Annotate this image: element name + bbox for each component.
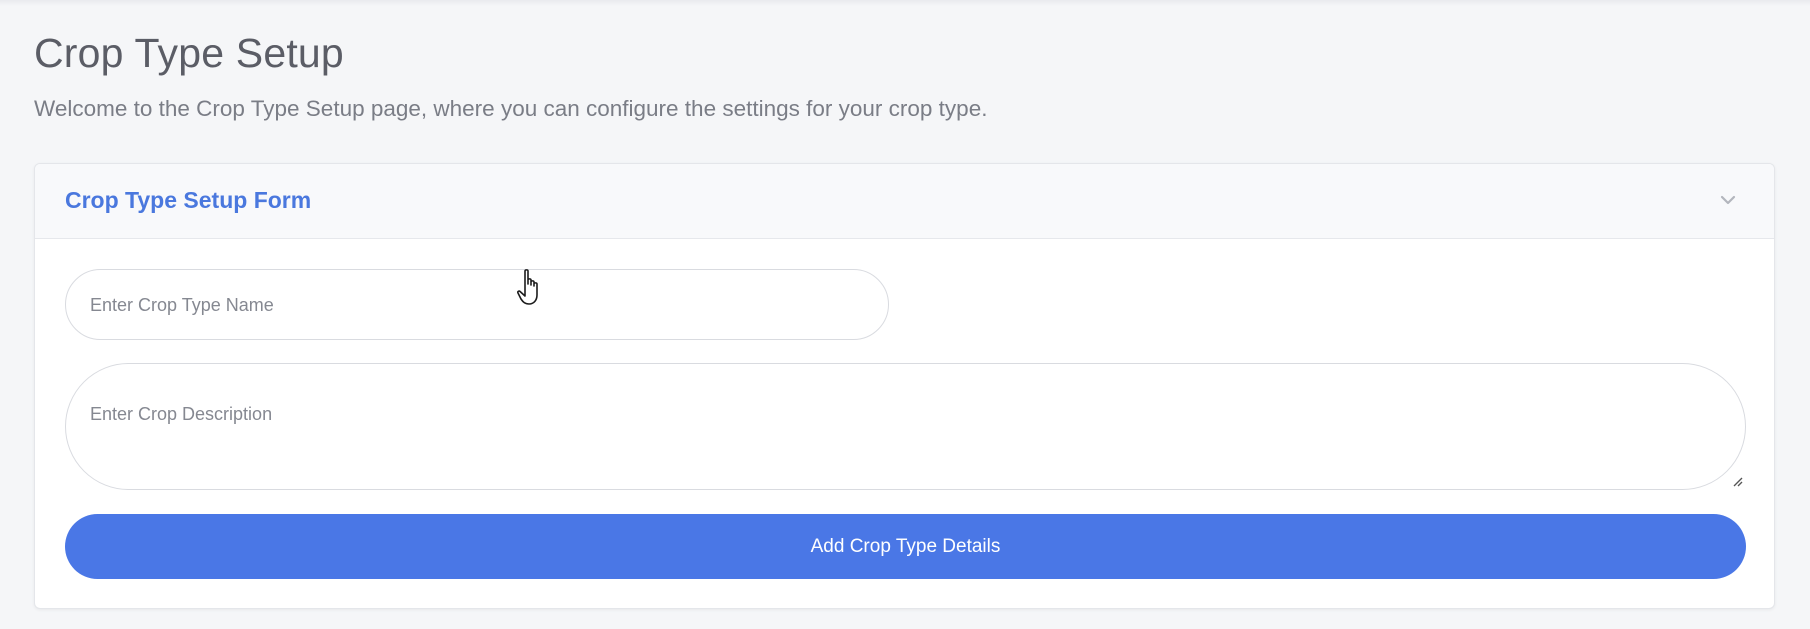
top-bar-shadow [0, 0, 1810, 6]
hand-pointer-icon [517, 269, 538, 305]
crop-description-field[interactable]: Enter Crop Description [65, 363, 1746, 490]
page-subtitle: Welcome to the Crop Type Setup page, whe… [34, 96, 988, 121]
crop-description-placeholder: Enter Crop Description [90, 404, 273, 424]
crop-type-name-placeholder: Enter Crop Type Name [90, 295, 274, 315]
resize-handle-icon[interactable] [1731, 475, 1743, 487]
page-title: Crop Type Setup [34, 30, 344, 76]
page: Crop Type Setup Welcome to the Crop Type… [0, 0, 1810, 629]
crop-type-form-card: Crop Type Setup Form Enter Crop Type Nam… [34, 163, 1775, 609]
add-crop-type-button[interactable]: Add Crop Type Details [65, 514, 1746, 579]
chevron-down-icon[interactable] [1718, 190, 1738, 210]
crop-type-name-field[interactable]: Enter Crop Type Name [65, 269, 889, 340]
card-header[interactable]: Crop Type Setup Form [35, 164, 1774, 239]
card-title: Crop Type Setup Form [65, 187, 312, 213]
